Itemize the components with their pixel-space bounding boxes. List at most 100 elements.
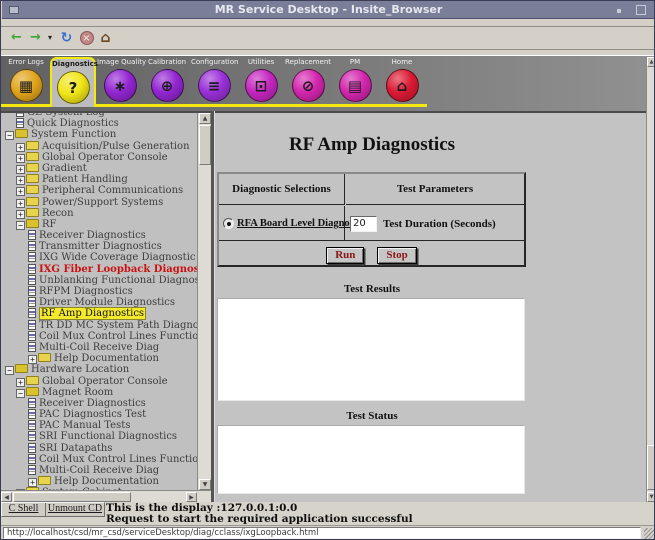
expand-icon[interactable]: + (28, 355, 37, 364)
stop-test-button[interactable]: Stop (377, 247, 416, 264)
history-dropdown-button[interactable]: ▾ (45, 30, 55, 47)
tree-item-coil-mux-control-lines-functional-dia[interactable]: Coil Mux Control Lines Functional Dia (1, 454, 197, 465)
tree-item-sri-datapaths[interactable]: SRI Datapaths (1, 443, 197, 454)
expand-icon[interactable]: + (16, 143, 25, 152)
tree-item-global-operator-console[interactable]: +Global Operator Console (1, 152, 197, 163)
collapse-icon[interactable]: − (5, 366, 14, 375)
tree-item-help-documentation[interactable]: +Help Documentation (1, 476, 197, 487)
tree-item-ixg-wide-coverage-diagnostic[interactable]: IXG Wide Coverage Diagnostic (1, 252, 197, 263)
reload-button[interactable]: ↻ (58, 30, 75, 47)
toolbar-button-replacement[interactable]: Replacement⊘ (285, 57, 331, 104)
tree-item-recon[interactable]: +Recon (1, 208, 197, 219)
tree-item-help-documentation[interactable]: +Help Documentation (1, 353, 197, 364)
scroll-down-icon[interactable]: ▼ (647, 492, 655, 502)
tree-horizontal-scrollbar[interactable]: ◀ ▶ (1, 490, 211, 502)
tree-item-transmitter-diagnostics[interactable]: Transmitter Diagnostics (1, 241, 197, 252)
tree-item-patient-handling[interactable]: +Patient Handling (1, 174, 197, 185)
page-vscroll-thumb[interactable] (647, 445, 655, 490)
tree-item-ixg-fiber-loopback-diagnostics[interactable]: IXG Fiber Loopback Diagnostics (1, 264, 197, 275)
collapse-icon[interactable]: − (5, 131, 14, 140)
tree-item-magnet-room[interactable]: −Magnet Room (1, 387, 197, 398)
scroll-up-icon[interactable]: ▲ (199, 113, 211, 124)
tree-item-label: Gradient (42, 163, 87, 174)
expand-icon[interactable]: + (16, 199, 25, 208)
stop-icon: × (80, 31, 94, 45)
unmount-cd-button[interactable]: Unmount CD (46, 503, 104, 516)
test-duration-input[interactable] (350, 216, 377, 232)
tree-item-rf[interactable]: −RF (1, 219, 197, 230)
expand-icon[interactable]: + (16, 378, 25, 387)
tree-item-multi-coil-receive-diag[interactable]: Multi-Coil Receive Diag (1, 465, 197, 476)
tree-item-quick-diagnostics[interactable]: Quick Diagnostics (1, 118, 197, 129)
tree-item-sri-functional-diagnostics[interactable]: SRI Functional Diagnostics (1, 431, 197, 442)
tree-hscroll-thumb[interactable] (13, 492, 131, 502)
tree-item-acquisition-pulse-generation[interactable]: +Acquisition/Pulse Generation (1, 141, 197, 152)
toolbar-button-diagnostics[interactable]: Diagnostics? (50, 57, 96, 107)
document-icon (28, 331, 36, 341)
tree-item-rf-amp-diagnostics[interactable]: RF Amp Diagnostics (1, 308, 197, 319)
page-vertical-scrollbar[interactable]: ▲ ▼ (646, 57, 655, 502)
tree-item-label: Global Operator Console (42, 376, 168, 387)
page-title: RF Amp Diagnostics (216, 134, 528, 156)
document-icon (28, 465, 36, 475)
toolbar-button-configuration[interactable]: Configuration≡ (191, 57, 237, 104)
tree-item-label: Transmitter Diagnostics (39, 241, 162, 252)
scroll-down-icon[interactable]: ▼ (199, 479, 211, 490)
tree-item-peripheral-communications[interactable]: +Peripheral Communications (1, 185, 197, 196)
expand-icon[interactable]: + (16, 165, 25, 174)
c-shell-button[interactable]: C Shell (2, 503, 46, 516)
home-nav-icon: ⌂ (100, 30, 110, 46)
rfa-board-level-radio[interactable] (223, 218, 234, 229)
scroll-up-icon[interactable]: ▲ (647, 57, 655, 67)
scroll-right-icon[interactable]: ▶ (186, 492, 197, 502)
toolbar-button-label: Error Logs (3, 57, 49, 68)
tree-item-multi-coil-receive-diag[interactable]: Multi-Coil Receive Diag (1, 342, 197, 353)
maximize-icon[interactable] (636, 5, 646, 15)
tree-vscroll-thumb[interactable] (199, 125, 211, 165)
tree-vertical-scrollbar[interactable]: ▲ ▼ (197, 113, 211, 490)
stop-button[interactable]: × (78, 30, 95, 47)
window-titlebar[interactable]: MR Service Desktop - Insite_Browser (2, 1, 655, 19)
tree-item-coil-mux-control-lines-functional-dia[interactable]: Coil Mux Control Lines Functional Dia (1, 331, 197, 342)
home-nav-button[interactable]: ⌂ (97, 30, 114, 47)
toolbar-button-calibration[interactable]: Calibration⊕ (144, 57, 190, 104)
tree-item-system-function[interactable]: −System Function (1, 129, 197, 140)
tree-item-unblanking-functional-diagnostic[interactable]: Unblanking Functional Diagnostic (1, 275, 197, 286)
forward-button[interactable]: → (27, 30, 44, 47)
back-button[interactable]: ← (8, 30, 25, 47)
expand-icon[interactable]: + (28, 478, 37, 487)
test-results-output (217, 298, 525, 401)
tree-item-tr-dd-mc-system-path-diagnostic[interactable]: TR DD MC System Path Diagnostic (1, 320, 197, 331)
pm-icon: ▤ (339, 69, 372, 102)
toolbar-button-home[interactable]: Home⌂ (379, 57, 425, 104)
tree-item-receiver-diagnostics[interactable]: Receiver Diagnostics (1, 398, 197, 409)
tree-item-hardware-location[interactable]: −Hardware Location (1, 364, 197, 375)
collapse-icon[interactable]: − (16, 221, 25, 230)
toolbar-button-utilities[interactable]: Utilities⊡ (238, 57, 284, 104)
document-icon (28, 297, 36, 307)
resize-grip-icon[interactable] (644, 528, 655, 539)
open-folder-icon (15, 129, 28, 138)
toolbar-button-error-logs[interactable]: Error Logs▦ (3, 57, 49, 104)
tree-item-label: Multi-Coil Receive Diag (39, 342, 159, 353)
expand-icon[interactable]: + (16, 154, 25, 163)
tree-item-label: Receiver Diagnostics (39, 230, 146, 241)
expand-icon[interactable]: + (16, 187, 25, 196)
run-button[interactable]: Run (326, 247, 364, 264)
tree-item-pac-manual-tests[interactable]: PAC Manual Tests (1, 420, 197, 431)
tree-item-power-support-systems[interactable]: +Power/Support Systems (1, 197, 197, 208)
scroll-left-icon[interactable]: ◀ (1, 492, 12, 502)
tree-item-receiver-diagnostics[interactable]: Receiver Diagnostics (1, 230, 197, 241)
url-field[interactable]: http://localhost/csd/mr_csd/serviceDeskt… (3, 527, 641, 539)
tree-item-gradient[interactable]: + Gradient (1, 163, 197, 174)
toolbar-button-image-quality[interactable]: Image Quality∗ (97, 57, 143, 104)
collapse-icon[interactable]: − (16, 389, 25, 398)
tree-item-pac-diagnostics-test[interactable]: PAC Diagnostics Test (1, 409, 197, 420)
toolbar-button-pm[interactable]: PM▤ (332, 57, 378, 104)
test-parameters-cell: Test Duration (Seconds) (346, 206, 524, 241)
minimize-icon[interactable] (617, 9, 621, 13)
expand-icon[interactable]: + (16, 210, 25, 219)
tree-item-rfpm-diagnostics[interactable]: RFPM Diagnostics (1, 286, 197, 297)
expand-icon[interactable]: + (16, 176, 25, 185)
tree-item-global-operator-console[interactable]: + Global Operator Console (1, 376, 197, 387)
